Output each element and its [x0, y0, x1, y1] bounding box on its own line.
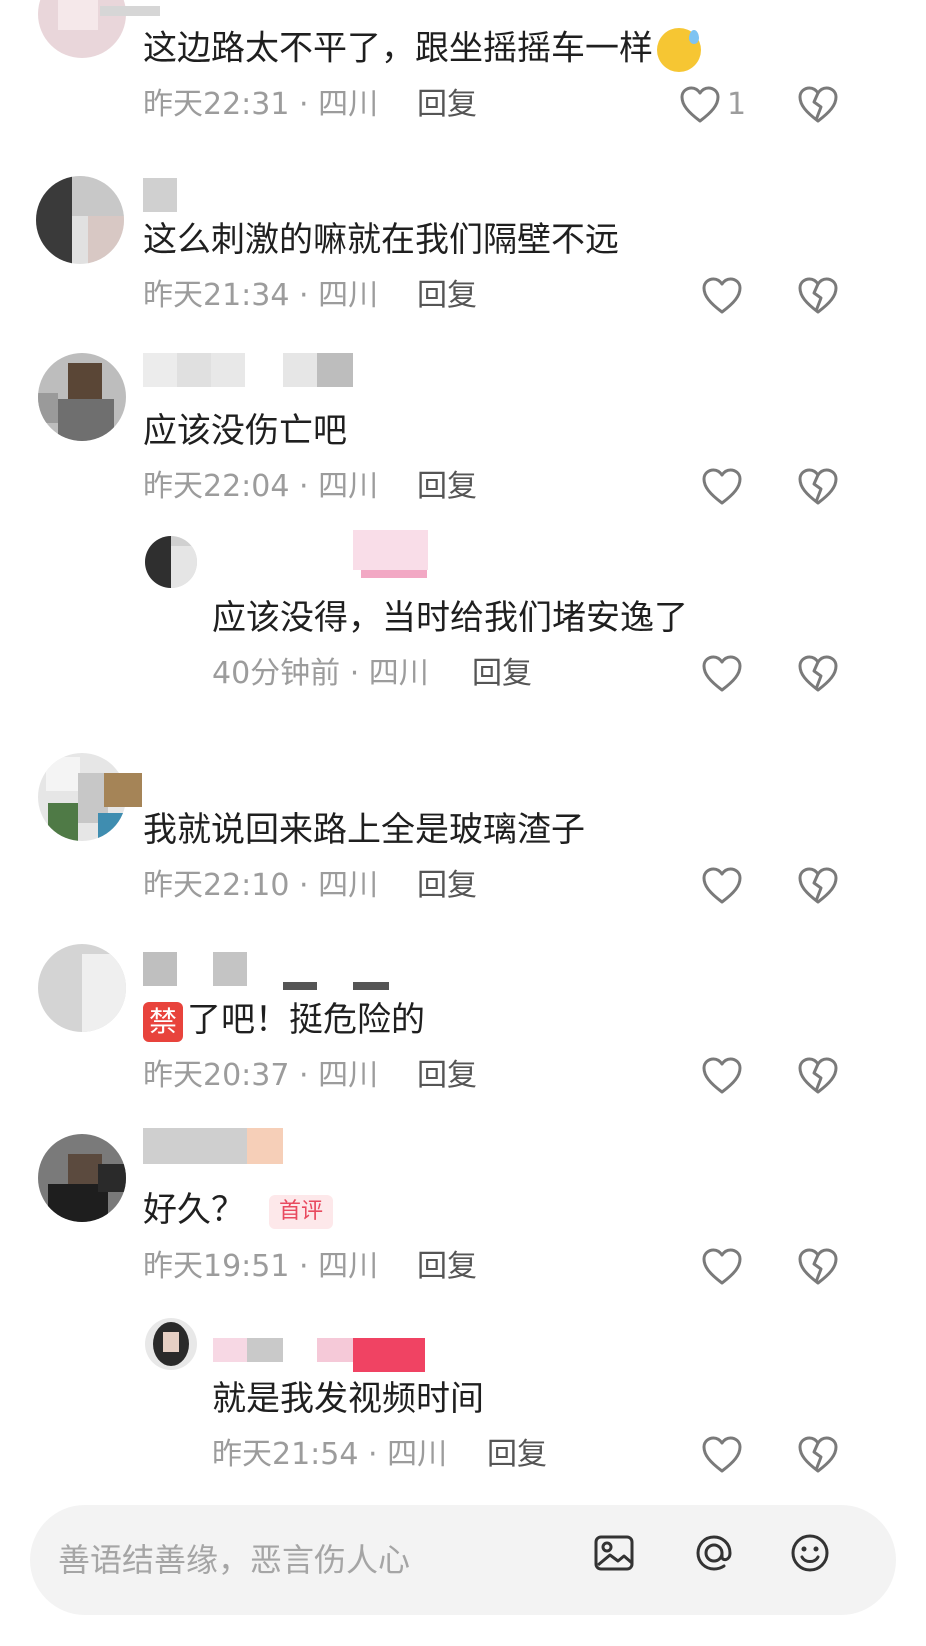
comment-meta: 昨天20:37 · 四川 — [143, 1058, 379, 1093]
comment-text: 好久？ 首评 — [143, 1190, 334, 1230]
reply-text: 就是我发视频时间 — [212, 1379, 484, 1419]
reply-username-blurred[interactable] — [213, 530, 428, 580]
comment-text: 我就说回来路上全是玻璃渣子 — [143, 810, 585, 850]
comment-input-bar[interactable]: 善语结善缘，恶言伤人心 — [30, 1505, 896, 1615]
heart-outline-icon[interactable] — [702, 867, 742, 905]
broken-heart-icon[interactable] — [798, 468, 838, 506]
first-comment-badge: 首评 — [269, 1194, 334, 1229]
comment-text-value: 了吧！挺危险的 — [187, 1000, 425, 1040]
avatar[interactable] — [38, 353, 126, 441]
heart-outline-icon[interactable] — [702, 1057, 742, 1095]
reply-avatar[interactable] — [145, 536, 197, 588]
grinning-sweat-emoji-icon — [657, 28, 701, 72]
comment-text-value: 好久？ — [143, 1190, 245, 1230]
username-blurred[interactable] — [143, 952, 389, 992]
broken-heart-icon[interactable] — [798, 86, 838, 124]
comment-text-value: 这边路太不平了，跟坐摇摇车一样 — [143, 28, 653, 69]
heart-outline-icon[interactable] — [702, 655, 742, 693]
reply-button[interactable]: 回复 — [417, 868, 477, 904]
comment-text: 这么刺激的嘛就在我们隔壁不远 — [143, 220, 619, 260]
username-blurred[interactable] — [104, 773, 142, 807]
reply-text: 应该没得，当时给我们堵安逸了 — [212, 598, 688, 638]
reply-meta: 昨天21:54 · 四川 — [212, 1437, 448, 1472]
heart-outline-icon[interactable] — [702, 1248, 742, 1286]
comment-meta: 昨天22:04 · 四川 — [143, 469, 379, 504]
broken-heart-icon[interactable] — [798, 1248, 838, 1286]
avatar[interactable] — [38, 944, 126, 1032]
comment-text: 禁了吧！挺危险的 — [143, 1000, 425, 1042]
avatar[interactable] — [36, 176, 124, 264]
comment-meta: 昨天22:10 · 四川 — [143, 868, 379, 903]
heart-outline-icon[interactable] — [680, 86, 720, 124]
reply-username-blurred[interactable] — [213, 1338, 425, 1374]
comment-input-placeholder[interactable]: 善语结善缘，恶言伤人心 — [58, 1535, 410, 1581]
avatar[interactable] — [38, 1134, 126, 1222]
heart-outline-icon[interactable] — [702, 468, 742, 506]
broken-heart-icon[interactable] — [798, 277, 838, 315]
comment-text: 应该没伤亡吧 — [143, 411, 347, 451]
reply-button[interactable]: 回复 — [417, 469, 477, 505]
reply-meta: 40分钟前 · 四川 — [212, 656, 429, 691]
username-blurred[interactable] — [143, 353, 353, 387]
comment-meta: 昨天22:31 · 四川 — [143, 87, 379, 122]
heart-outline-icon[interactable] — [702, 277, 742, 315]
broken-heart-icon[interactable] — [798, 1436, 838, 1474]
at-mention-icon[interactable] — [690, 1529, 738, 1577]
username-blurred[interactable] — [100, 6, 160, 16]
username-blurred[interactable] — [143, 1128, 283, 1164]
comment-meta: 昨天19:51 · 四川 — [143, 1249, 379, 1284]
comment-text: 这边路太不平了，跟坐摇摇车一样 — [143, 28, 701, 72]
heart-outline-icon[interactable] — [702, 1436, 742, 1474]
username-blurred[interactable] — [143, 178, 177, 212]
comment-list: 这边路太不平了，跟坐摇摇车一样 昨天22:31 · 四川 回复 1 这么刺激的嘛… — [0, 0, 926, 1646]
reply-button[interactable]: 回复 — [417, 87, 477, 123]
reply-button[interactable]: 回复 — [417, 278, 477, 314]
like-count: 1 — [727, 87, 747, 122]
broken-heart-icon[interactable] — [798, 1057, 838, 1095]
comment-meta: 昨天21:34 · 四川 — [143, 278, 379, 313]
broken-heart-icon[interactable] — [798, 655, 838, 693]
reply-button[interactable]: 回复 — [417, 1249, 477, 1285]
emoji-face-icon[interactable] — [786, 1529, 834, 1577]
reply-button[interactable]: 回复 — [417, 1058, 477, 1094]
reply-button[interactable]: 回复 — [472, 656, 532, 692]
reply-button[interactable]: 回复 — [487, 1437, 547, 1473]
ban-emoji-icon: 禁 — [143, 1001, 183, 1042]
reply-avatar[interactable] — [145, 1318, 197, 1370]
image-icon[interactable] — [590, 1529, 638, 1577]
broken-heart-icon[interactable] — [798, 867, 838, 905]
